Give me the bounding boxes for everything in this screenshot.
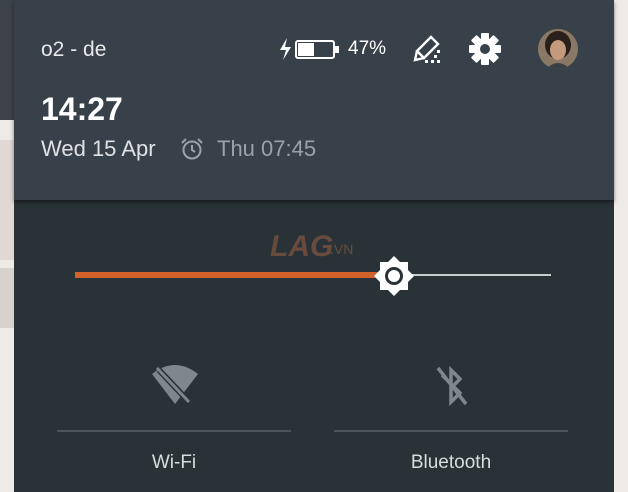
brightness-slider[interactable]: [75, 256, 553, 296]
bluetooth-off-icon: [436, 365, 468, 407]
quick-settings-panel: o2 - de 47% 14:27 Wed 15 Apr Thu 07:45 L…: [14, 0, 614, 492]
carrier-name: o2 - de: [41, 38, 107, 61]
svg-text:LAG: LAG: [270, 230, 333, 263]
user-avatar[interactable]: [538, 29, 578, 69]
gear-icon[interactable]: [468, 32, 502, 66]
wifi-off-icon: [152, 365, 198, 407]
background-app-right: [614, 0, 628, 492]
notification-header: o2 - de 47% 14:27 Wed 15 Apr Thu 07:45: [14, 0, 614, 200]
avatar-photo-icon: [538, 29, 578, 69]
brightness-thumb-icon[interactable]: [372, 254, 416, 298]
svg-text:.VN: .VN: [330, 241, 353, 257]
next-alarm-time[interactable]: Thu 07:45: [217, 136, 316, 162]
slider-fill: [75, 272, 394, 278]
bluetooth-tile[interactable]: Bluetooth: [334, 356, 568, 480]
wifi-label: Wi-Fi: [151, 452, 197, 473]
clock-time[interactable]: 14:27: [41, 91, 123, 128]
tile-divider: [334, 430, 568, 432]
tile-divider: [57, 430, 291, 432]
bluetooth-label: Bluetooth: [410, 452, 492, 473]
alarm-clock-icon: [181, 138, 203, 160]
edit-icon[interactable]: [412, 34, 442, 64]
battery-percent: 47%: [348, 38, 387, 59]
background-app-header: [0, 0, 14, 120]
wifi-tile[interactable]: Wi-Fi: [57, 356, 291, 480]
date-text[interactable]: Wed 15 Apr: [41, 136, 156, 162]
battery-charging-icon: [280, 38, 339, 60]
